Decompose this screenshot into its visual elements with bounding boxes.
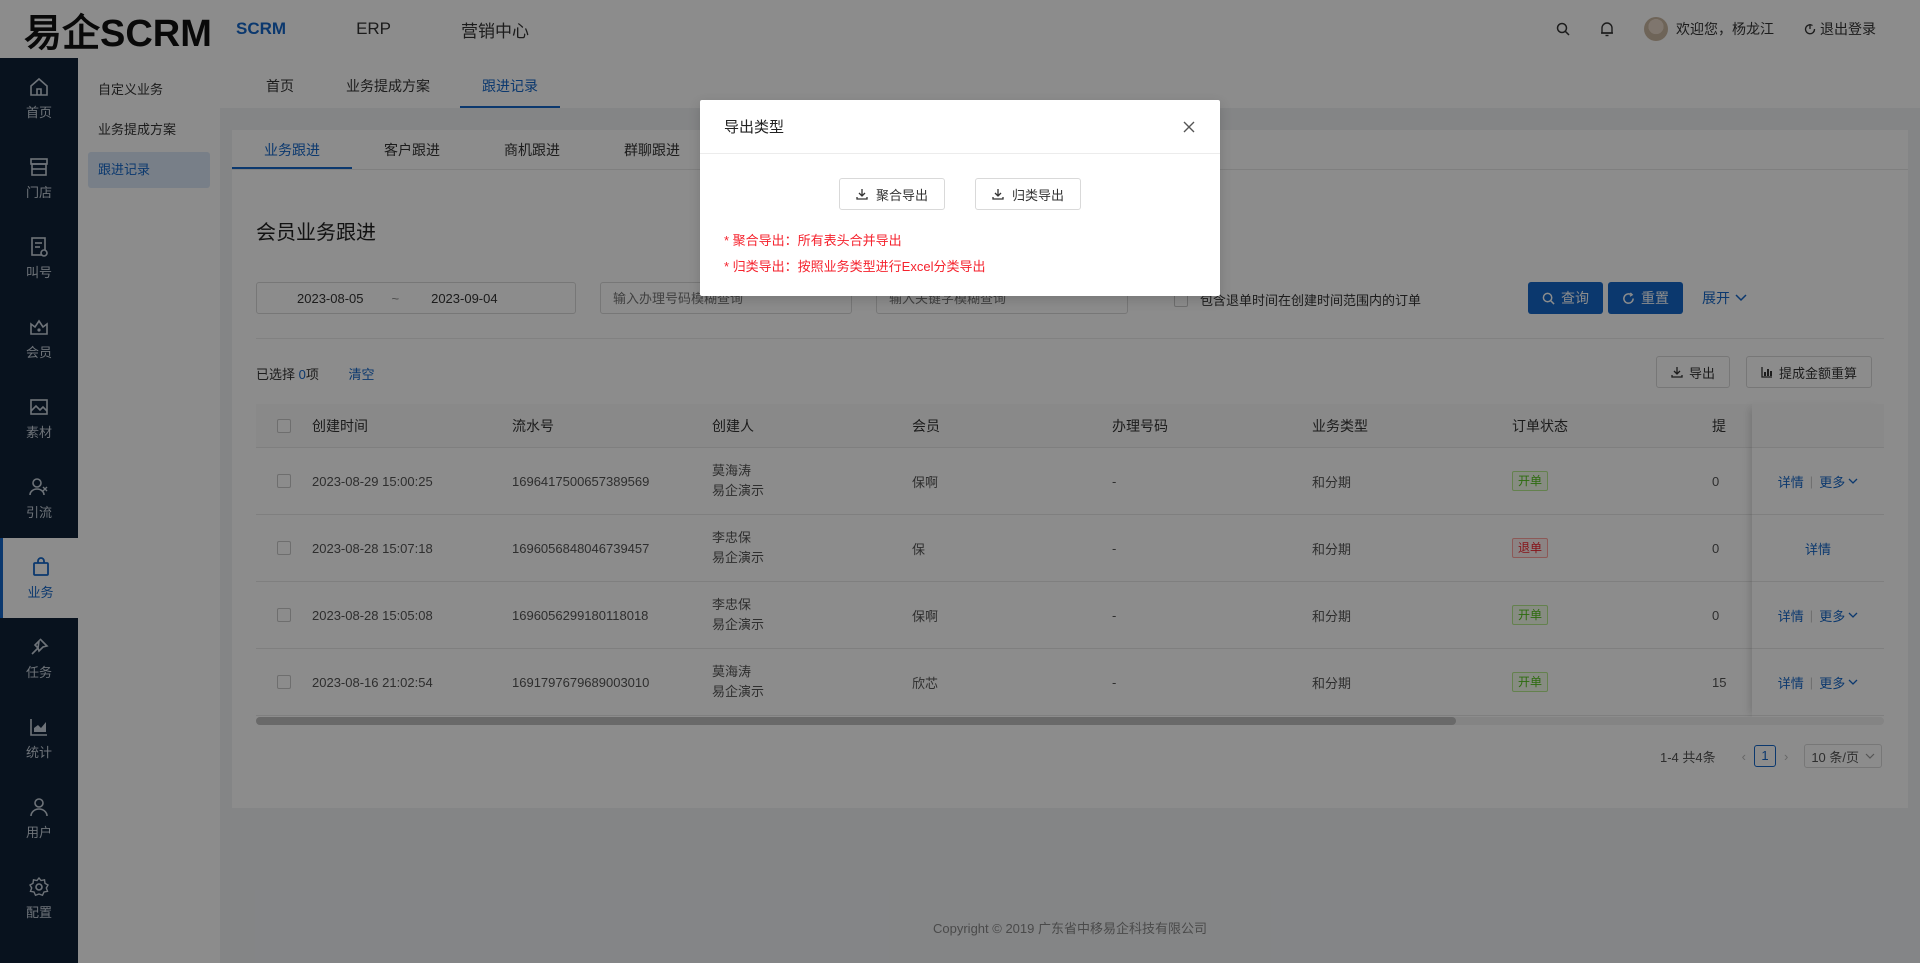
modal-header: 导出类型	[700, 100, 1220, 154]
classify-export-label: 归类导出	[1012, 187, 1065, 203]
classify-export-note: * 归类导出：按照业务类型进行Excel分类导出	[724, 259, 986, 274]
download-icon	[856, 189, 868, 200]
close-icon[interactable]	[1182, 120, 1196, 134]
download-icon	[992, 189, 1004, 200]
export-type-modal: 导出类型 聚合导出 归类导出 * 聚合导出：所有表头合并导出 * 归类导出：按照…	[700, 100, 1220, 296]
export-notes: * 聚合导出：所有表头合并导出 * 归类导出：按照业务类型进行Excel分类导出	[724, 228, 1220, 280]
merge-export-note: * 聚合导出：所有表头合并导出	[724, 233, 902, 248]
merge-export-button[interactable]: 聚合导出	[838, 178, 945, 210]
modal-title: 导出类型	[724, 119, 785, 136]
classify-export-button[interactable]: 归类导出	[975, 178, 1082, 210]
merge-export-label: 聚合导出	[875, 187, 928, 203]
modal-actions: 聚合导出 归类导出	[700, 178, 1220, 210]
